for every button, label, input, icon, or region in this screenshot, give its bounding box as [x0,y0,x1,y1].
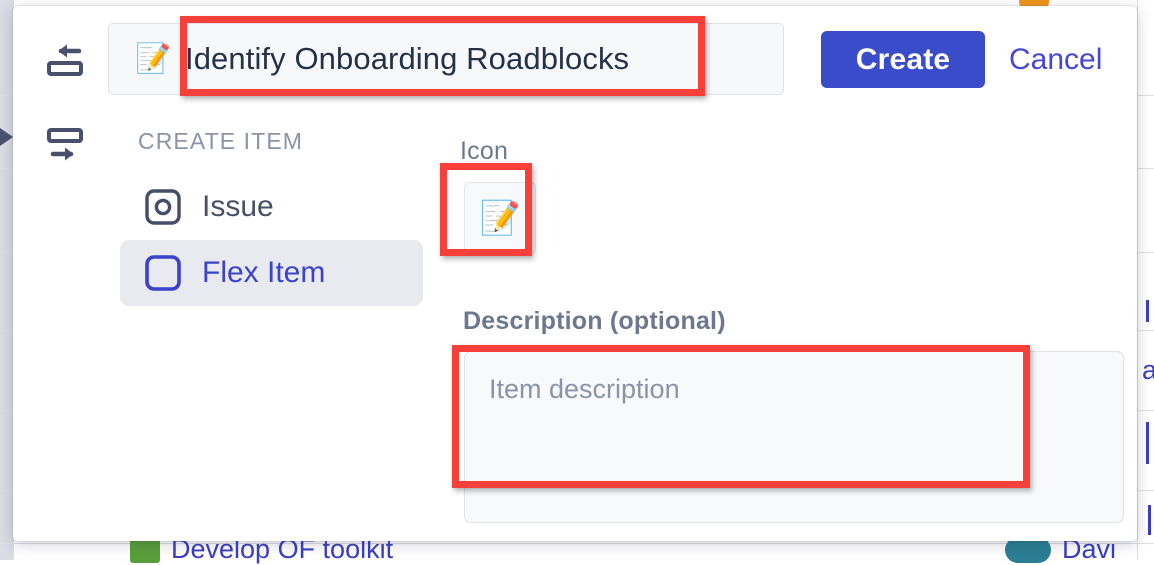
item-type-option-flex-item[interactable]: Flex Item [120,240,423,306]
background-text-fragment [1146,300,1149,322]
create-item-dialog: 📝 Identify Onboarding Roadblocks Create … [13,6,1137,541]
background-text-fragment [1146,422,1149,464]
dialog-icon-rail [13,6,108,541]
collapse-chevron-icon[interactable] [0,128,13,146]
background-text-fragment [1148,505,1151,535]
memo-icon[interactable]: 📝 [135,44,171,74]
description-textarea[interactable]: Item description [464,351,1124,523]
flex-item-square-icon [145,255,181,291]
description-placeholder: Item description [489,374,680,404]
background-left-strip [0,0,14,560]
indent-icon [47,128,83,161]
dialog-header: 📝 Identify Onboarding Roadblocks Create … [108,23,1119,99]
outdent-icon [47,44,83,76]
icon-field-label: Icon [460,137,509,165]
item-title-value: Identify Onboarding Roadblocks [185,41,630,76]
indent-button[interactable] [41,123,89,167]
item-type-list: Issue Flex Item [120,174,423,306]
background-column-rule [1137,0,1138,560]
item-type-option-issue[interactable]: Issue [120,174,423,240]
issue-target-icon [145,189,181,225]
cancel-button[interactable]: Cancel [1009,31,1102,88]
outdent-button[interactable] [41,39,89,83]
icon-picker-button[interactable]: 📝 [464,182,536,254]
item-type-label: Issue [202,190,274,223]
item-title-input[interactable]: 📝 Identify Onboarding Roadblocks [108,23,784,95]
create-button[interactable]: Create [821,31,985,88]
create-item-section-label: CREATE ITEM [138,128,304,154]
item-type-label: Flex Item [202,256,326,289]
background-text-fragment: a [1142,355,1154,385]
description-field-label: Description (optional) [463,307,726,335]
